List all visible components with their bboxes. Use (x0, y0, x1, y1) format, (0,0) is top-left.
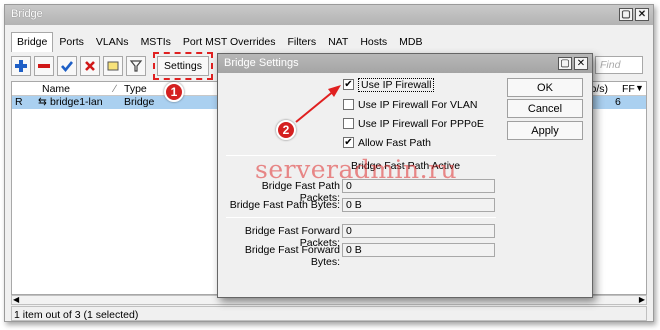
checkbox-label: Use IP Firewall For VLAN (358, 98, 478, 111)
fast-forward-bytes-field: 0 B (342, 243, 495, 257)
maximize-button[interactable]: ▢ (619, 8, 633, 21)
comment-button[interactable] (103, 56, 123, 76)
row-tx: 6 (615, 96, 621, 108)
watermark: serveradmin.ru (255, 155, 458, 184)
separator (226, 217, 496, 218)
tab-ports[interactable]: Ports (53, 32, 90, 52)
settings-button[interactable]: Settings (157, 56, 209, 76)
use-ip-firewall-pppoe-checkbox[interactable]: Use IP Firewall For PPPoE (343, 116, 484, 131)
tab-hosts[interactable]: Hosts (354, 32, 393, 52)
cancel-button[interactable]: Cancel (507, 99, 583, 118)
checkbox-unchecked-icon (343, 99, 354, 110)
comment-icon (107, 61, 119, 71)
minus-icon (38, 64, 50, 68)
tab-filters[interactable]: Filters (281, 32, 322, 52)
row-type: Bridge (124, 96, 155, 108)
fast-forward-bytes-label: Bridge Fast Forward Bytes: (244, 244, 340, 268)
x-icon (85, 61, 95, 71)
bridge-settings-dialog: Bridge Settings ▢ ✕ OK Cancel Apply ✔ Us… (217, 53, 593, 298)
checkbox-checked-icon: ✔ (343, 79, 354, 90)
find-input[interactable]: Find (595, 56, 643, 74)
bridge-icon: ⇆ (38, 96, 47, 108)
use-ip-firewall-checkbox[interactable]: ✔ Use IP Firewall (343, 77, 435, 92)
dialog-maximize-button[interactable]: ▢ (558, 57, 572, 70)
row-flag: R (15, 96, 23, 108)
plus-icon (15, 60, 27, 72)
window-title: Bridge (11, 8, 43, 20)
close-button[interactable]: ✕ (635, 8, 649, 21)
toolbar: Settings (11, 52, 213, 80)
dialog-close-button[interactable]: ✕ (574, 57, 588, 70)
add-button[interactable] (11, 56, 31, 76)
window-title-bar[interactable]: Bridge ▢ ✕ (5, 5, 653, 25)
callout-badge-2: 2 (276, 120, 296, 140)
check-icon (61, 61, 74, 73)
callout-badge-1: 1 (164, 82, 184, 102)
filter-icon (129, 60, 143, 72)
checkbox-label: Allow Fast Path (358, 136, 431, 149)
dialog-title-bar[interactable]: Bridge Settings ▢ ✕ (218, 54, 592, 73)
column-menu-icon[interactable]: ▼ (635, 83, 644, 93)
fast-forward-packets-field: 0 (342, 224, 495, 238)
checkbox-label: Use IP Firewall (358, 77, 435, 92)
scroll-left-icon[interactable]: ◀ (13, 296, 19, 304)
column-header-type[interactable]: Type (124, 83, 147, 95)
checkbox-checked-icon: ✔ (343, 137, 354, 148)
allow-fast-path-checkbox[interactable]: ✔ Allow Fast Path (343, 135, 431, 150)
filter-button[interactable] (126, 56, 146, 76)
checkbox-label: Use IP Firewall For PPPoE (358, 117, 484, 130)
fast-path-bytes-field: 0 B (342, 198, 495, 212)
tab-mstis[interactable]: MSTIs (135, 32, 177, 52)
settings-highlight: Settings (153, 52, 213, 80)
apply-button[interactable]: Apply (507, 121, 583, 140)
tab-nat[interactable]: NAT (322, 32, 354, 52)
column-header-name[interactable]: Name (42, 83, 70, 95)
remove-button[interactable] (34, 56, 54, 76)
tab-vlans[interactable]: VLANs (90, 32, 135, 52)
tab-mdb[interactable]: MDB (393, 32, 428, 52)
tab-bridge[interactable]: Bridge (11, 32, 54, 52)
fast-path-bytes-label: Bridge Fast Path Bytes: (229, 199, 340, 211)
ok-button[interactable]: OK (507, 78, 583, 97)
sort-icon: ∕ (114, 83, 116, 95)
checkbox-unchecked-icon (343, 118, 354, 129)
scroll-right-icon[interactable]: ▶ (639, 296, 645, 304)
column-header-ff[interactable]: FF (622, 83, 635, 95)
tab-bar: Bridge Ports VLANs MSTIs Port MST Overri… (11, 32, 429, 52)
disable-button[interactable] (80, 56, 100, 76)
status-bar: 1 item out of 3 (1 selected) (11, 306, 647, 321)
dialog-title: Bridge Settings (224, 57, 299, 69)
row-name: bridge1-lan (50, 96, 103, 108)
enable-button[interactable] (57, 56, 77, 76)
tab-port-mst-overrides[interactable]: Port MST Overrides (177, 32, 282, 52)
use-ip-firewall-vlan-checkbox[interactable]: Use IP Firewall For VLAN (343, 97, 477, 112)
